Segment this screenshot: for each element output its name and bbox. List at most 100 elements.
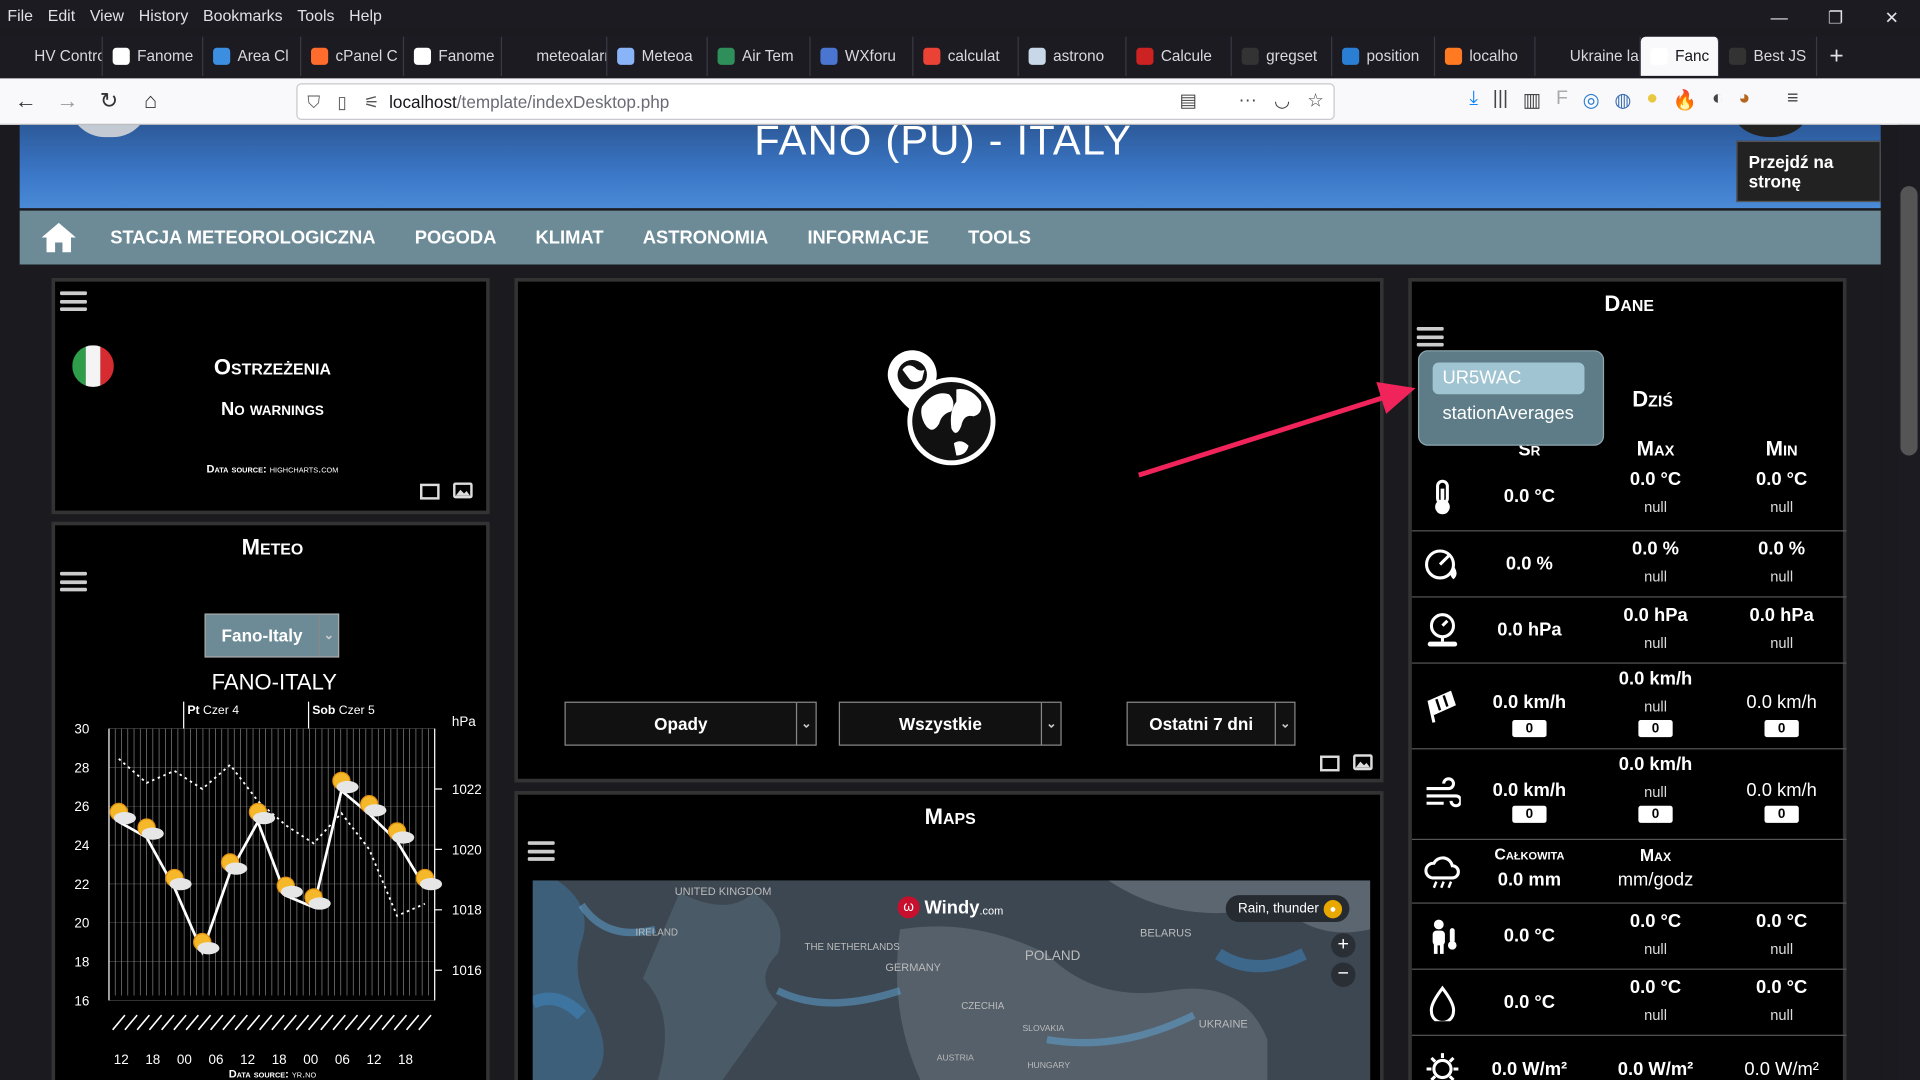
menu-help[interactable]: Help <box>342 6 389 24</box>
more-actions-icon[interactable]: ··· <box>1239 89 1257 111</box>
reader-view-icon[interactable]: ▤ <box>1180 89 1197 112</box>
reload-icon[interactable]: ↻ <box>88 88 130 114</box>
downloads-icon[interactable]: ⤓ <box>1469 88 1478 112</box>
home-nav-icon[interactable] <box>39 220 78 254</box>
browser-tab[interactable]: Air Tem <box>708 36 811 76</box>
min-value: 0.0 °C <box>1756 468 1808 490</box>
browser-tab[interactable]: Calcule <box>1127 36 1232 76</box>
library-icon[interactable]: ||| <box>1493 88 1508 112</box>
nav-weather[interactable]: POGODA <box>415 227 497 248</box>
nav-tools[interactable]: TOOLS <box>968 227 1031 248</box>
extension-fire-icon[interactable]: 🔥 <box>1673 88 1697 112</box>
category-select[interactable]: Wszystkie ⌄ <box>838 701 1062 746</box>
nav-climate[interactable]: KLIMAT <box>536 227 604 248</box>
nav-station[interactable]: STACJA METEOROLOGICZNA <box>110 227 375 248</box>
toolbar-extensions: ⤓ ||| ▥ F ◎ ◍ ● 🔥 ◐ ◕ ≡ <box>1469 88 1798 112</box>
location-select[interactable]: Fano-Italy ⌄ <box>204 613 340 658</box>
extension-cookie-icon[interactable]: ◕ <box>1738 88 1750 112</box>
meteo-source-link[interactable]: yr.no <box>292 1068 316 1080</box>
app-menu-icon[interactable]: ≡ <box>1787 88 1798 112</box>
period-select[interactable]: Ostatni 7 dni ⌄ <box>1126 701 1296 746</box>
restore-button[interactable]: ❐ <box>1807 0 1863 34</box>
browser-tab[interactable]: meteoalarm <box>502 36 608 76</box>
menu-bookmarks[interactable]: Bookmarks <box>196 6 290 24</box>
pocket-icon[interactable]: ◡ <box>1274 89 1290 112</box>
layer-selector[interactable]: Rain, thunder ● <box>1225 895 1350 923</box>
browser-tab[interactable]: Fanome <box>404 36 503 76</box>
image-icon[interactable] <box>453 482 473 499</box>
tab-favicon-icon <box>717 47 735 65</box>
menu-file[interactable]: File <box>0 6 40 24</box>
warnings-source-link[interactable]: highcharts.com <box>270 463 339 475</box>
browser-tab[interactable]: Best JS <box>1719 36 1818 76</box>
menu-history[interactable]: History <box>131 6 195 24</box>
back-arrow-icon[interactable]: ← <box>5 88 47 114</box>
browser-tab[interactable]: Fanome <box>103 36 204 76</box>
window-icon[interactable] <box>420 483 440 500</box>
extension-f-icon[interactable]: F <box>1556 88 1568 112</box>
browser-tab[interactable]: WXforu <box>811 36 914 76</box>
rain-select[interactable]: Opady ⌄ <box>564 701 817 746</box>
day-label: Pt Czer 4 <box>187 703 239 717</box>
min-time: null <box>1770 498 1794 516</box>
window-icon[interactable] <box>1320 755 1340 772</box>
new-tab-button[interactable]: + <box>1817 42 1856 70</box>
zoom-out-button[interactable]: − <box>1331 962 1356 987</box>
extension-globe-icon[interactable]: ◍ <box>1614 88 1631 112</box>
data-menu-icon[interactable] <box>1416 326 1444 347</box>
sidebar-icon[interactable]: ▥ <box>1523 88 1542 112</box>
browser-tab[interactable]: cPanel C <box>301 36 405 76</box>
nav-info[interactable]: INFORMACJE <box>807 227 928 248</box>
map-label-uk: UNITED KINGDOM <box>674 885 772 898</box>
browser-tab[interactable]: localho <box>1435 36 1536 76</box>
cloud-symbol-icon <box>308 897 331 910</box>
close-window-button[interactable]: ✕ <box>1864 0 1920 34</box>
wind-dir-badge: 0 <box>1512 720 1547 738</box>
tab-favicon-icon <box>511 47 529 65</box>
browser-tab[interactable]: Fanc✕ <box>1640 36 1720 76</box>
maps-menu-icon[interactable] <box>527 841 555 861</box>
map-label-ukraine: UKRAINE <box>1198 1017 1248 1030</box>
menu-tools[interactable]: Tools <box>290 6 342 24</box>
popup-station-averages[interactable]: stationAverages <box>1442 403 1573 424</box>
windy-map[interactable]: UNITED KINGDOM IRELAND THE NETHERLANDS G… <box>532 880 1371 1080</box>
home-icon[interactable]: ⌂ <box>130 88 172 114</box>
page-info-icon[interactable]: ▯ <box>337 91 346 112</box>
menu-edit[interactable]: Edit <box>40 6 82 24</box>
data-row: 0.0 % 0.0 % null 0.0 % null <box>1411 531 1847 598</box>
y-tick-label: 22 <box>74 877 89 892</box>
browser-tab[interactable]: Meteoa <box>607 36 708 76</box>
browser-tab[interactable]: astrono <box>1019 36 1127 76</box>
max-value: 0.0 °C <box>1629 468 1682 490</box>
cloud-symbol-icon <box>420 878 443 891</box>
shield-icon[interactable]: ⛉ <box>307 91 320 112</box>
forward-arrow-icon[interactable]: → <box>47 88 89 114</box>
extension-wheel-icon[interactable]: ◐ <box>1712 88 1724 112</box>
browser-tab[interactable]: position <box>1332 36 1436 76</box>
scrollbar-thumb[interactable] <box>1900 186 1918 456</box>
browser-tab[interactable]: Area Cl <box>203 36 302 76</box>
minimize-button[interactable]: — <box>1751 0 1807 34</box>
extension-folder-icon[interactable]: ● <box>1646 88 1658 112</box>
page-scrollbar[interactable] <box>1897 124 1920 1080</box>
menu-view[interactable]: View <box>82 6 131 24</box>
warnings-source: Data source: highcharts.com <box>206 462 339 476</box>
zoom-in-button[interactable]: + <box>1331 933 1356 958</box>
bookmark-star-icon[interactable]: ☆ <box>1307 89 1323 112</box>
image-icon[interactable] <box>1353 754 1373 771</box>
extension-ring-icon[interactable]: ◎ <box>1583 88 1600 112</box>
browser-tab[interactable]: gregset <box>1232 36 1333 76</box>
tab-favicon-icon <box>923 47 941 65</box>
browser-tab[interactable]: HV Controll <box>0 36 103 76</box>
today-heading: Dziś <box>1632 386 1673 412</box>
browser-tab[interactable]: Ukraine lanc <box>1536 36 1641 76</box>
meteo-menu-icon[interactable] <box>60 571 87 592</box>
dew-point-icon <box>1424 984 1461 1024</box>
x-tick-label: 00 <box>303 1052 318 1067</box>
popup-station-id[interactable]: UR5WAC <box>1432 362 1585 395</box>
url-bar[interactable]: ⛉ ▯ ⚟ localhost/template/indexDesktop.ph… <box>296 83 1335 121</box>
warnings-menu-icon[interactable] <box>60 291 87 312</box>
nav-astronomy[interactable]: ASTRONOMIA <box>643 227 769 248</box>
browser-tab[interactable]: calculat <box>913 36 1019 76</box>
permissions-icon[interactable]: ⚟ <box>364 91 379 112</box>
